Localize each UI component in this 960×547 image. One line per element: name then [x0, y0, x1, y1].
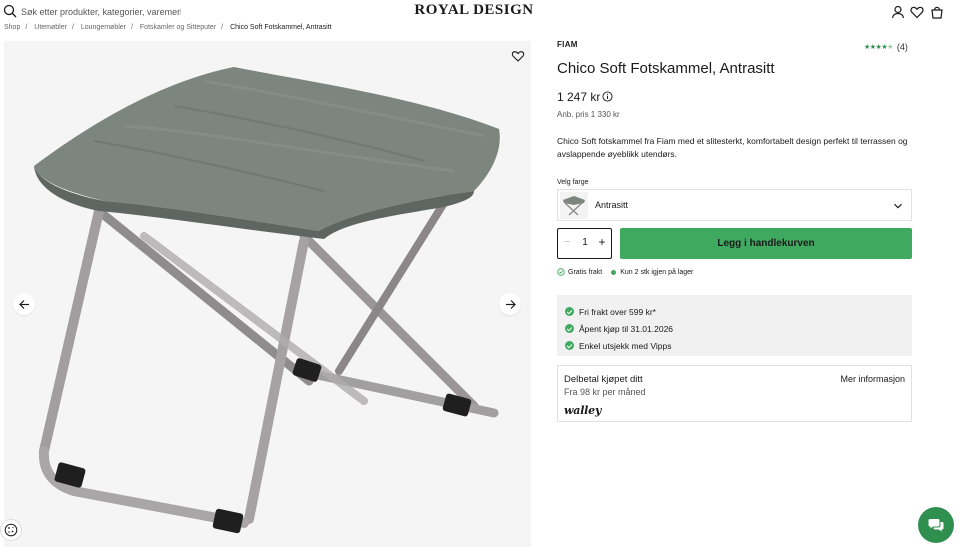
check-icon [565, 307, 574, 316]
breadcrumb: Shop / Utemøbler / Loungemøbler / Fotskamle… [4, 24, 332, 31]
info-icon[interactable] [602, 91, 613, 102]
installment-subtitle: Fra 98 kr per måned [564, 387, 646, 397]
walley-logo: walley [564, 404, 602, 417]
benefit-text: Enkel utsjekk med Vipps [579, 340, 672, 351]
chat-icon [928, 519, 944, 532]
benefit-text: Åpent kjøp til 31.01.2026 [579, 323, 674, 334]
check-icon [565, 341, 574, 350]
site-logo[interactable]: ROYAL DESIGN [0, 2, 960, 19]
breadcrumb-separator: / [71, 24, 74, 31]
product-gallery[interactable] [4, 41, 531, 547]
breadcrumb-item-fotskamler[interactable]: Fotskamler og Sitteputer [140, 24, 216, 31]
site-header: ROYAL DESIGN [0, 0, 960, 24]
arrow-left-icon [18, 299, 29, 309]
breadcrumb-item-loungemobler[interactable]: Loungemøbler [81, 24, 126, 31]
rating-count: (4) [896, 42, 908, 52]
stock-text: Kun 2 stk igjen på lager [620, 268, 694, 276]
quantity-stepper[interactable]: − 1 + [557, 228, 612, 259]
cookie-icon [4, 523, 18, 537]
arrow-right-icon [505, 299, 516, 309]
quantity-decrease-button[interactable]: − [561, 236, 573, 248]
gallery-prev-button[interactable] [13, 293, 35, 315]
breadcrumb-separator: / [25, 24, 28, 31]
stock-status-dot [611, 269, 617, 275]
breadcrumb-separator: / [131, 24, 133, 31]
quantity-value[interactable]: 1 [579, 237, 591, 248]
benefit-text: Fri frakt over 599 kr* [579, 306, 656, 317]
favorite-icon[interactable] [511, 49, 525, 63]
recommended-price: Anb. pris 1 330 kr [557, 110, 620, 119]
installment-box: Delbetal kjøpet ditt Mer informasjon Fra… [557, 365, 912, 422]
shipping-check-icon [557, 268, 565, 276]
gallery-next-button[interactable] [499, 293, 521, 315]
chat-button[interactable] [918, 507, 954, 543]
color-select[interactable]: Antrasitt [557, 189, 912, 221]
color-label: Velg farge [557, 179, 589, 186]
logo-text: ROYAL DESIGN [414, 2, 534, 18]
chevron-down-icon [894, 203, 902, 209]
quantity-increase-button[interactable]: + [596, 235, 608, 249]
product-brand[interactable]: FIAM [557, 40, 578, 49]
breadcrumb-item-shop[interactable]: Shop [4, 24, 20, 31]
more-info-link[interactable]: Mer informasjon [840, 374, 905, 384]
cart-icon[interactable] [930, 5, 944, 19]
product-price: 1 247 kr [557, 90, 601, 104]
breadcrumb-item-utemobler[interactable]: Utemøbler [34, 24, 67, 31]
benefits-box: Fri frakt over 599 kr* Åpent kjøp til 31… [557, 295, 912, 356]
color-thumbnail [560, 192, 588, 219]
cookie-settings-button[interactable] [0, 519, 22, 541]
installment-title: Delbetal kjøpet ditt [564, 374, 643, 385]
product-title: Chico Soft Fotskammel, Antrasitt [557, 60, 775, 77]
product-description: Chico Soft fotskammel fra Fiam med et sl… [557, 136, 908, 159]
breadcrumb-separator: / [221, 24, 224, 31]
product-rating[interactable]: ★★★★★ (4) [864, 42, 908, 52]
benefit-item: Enkel utsjekk med Vipps [557, 337, 912, 354]
benefit-item: Åpent kjøp til 31.01.2026 [557, 320, 912, 337]
free-shipping-text: Gratis frakt [568, 268, 603, 276]
breadcrumb-item-current: Chico Soft Fotskammel, Antrasitt [230, 24, 332, 31]
user-icon[interactable] [891, 5, 905, 19]
rating-stars: ★★★★★ [864, 44, 893, 51]
shipping-stock-row: Gratis frakt Kun 2 stk igjen på lager [557, 268, 693, 276]
heart-icon[interactable] [910, 5, 924, 19]
selected-color: Antrasitt [595, 200, 629, 210]
product-image [34, 67, 500, 534]
add-to-cart-button[interactable]: Legg i handlekurven [620, 228, 912, 259]
check-icon [565, 324, 574, 333]
benefit-item: Fri frakt over 599 kr* [557, 303, 912, 320]
